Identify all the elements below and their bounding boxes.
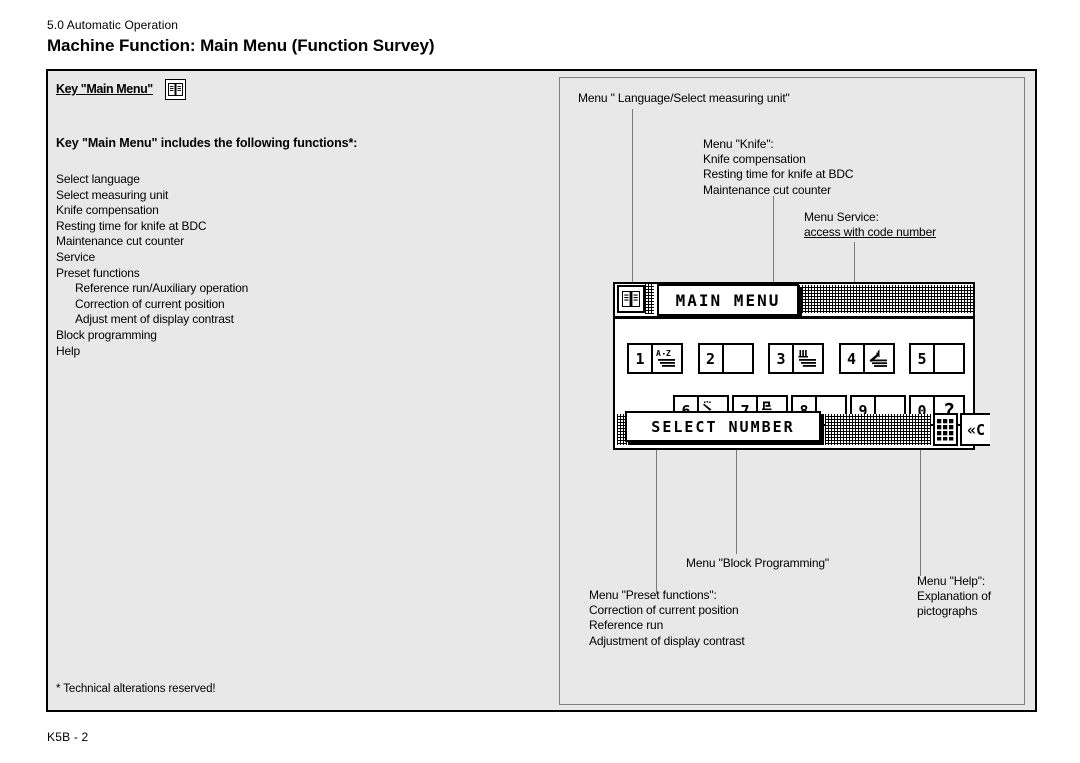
function-list-item: Service <box>56 249 95 264</box>
page-title: Machine Function: Main Menu (Function Su… <box>47 36 435 55</box>
function-list-item: Block programming <box>56 327 157 342</box>
svg-text:A: A <box>656 349 661 358</box>
function-list-item: Resting time for knife at BDC <box>56 218 207 233</box>
svg-text:Z: Z <box>666 349 671 358</box>
lcd-title-dither-left <box>645 284 654 314</box>
function-list-item: Preset functions <box>56 265 140 280</box>
function-list-item: Knife compensation <box>56 203 159 218</box>
lcd-title-plate: MAIN MENU <box>657 284 799 316</box>
document-header: 5.0 Automatic Operation Machine Function… <box>47 18 1037 56</box>
lcd-button-1[interactable]: 1 A Z <box>627 343 683 374</box>
wrench-service-icon <box>864 343 895 374</box>
lcd-display: MAIN MENU 1 A Z 2 3 4 5 9 0 ? SELECT NUM… <box>613 282 990 450</box>
lcd-title-dither-right <box>799 285 973 313</box>
function-list-item: Maintenance cut counter <box>56 234 184 249</box>
lcd-button-2-icon-empty <box>723 343 754 374</box>
lcd-titlebar-rule <box>615 316 973 319</box>
lcd-button-2[interactable]: 2 <box>697 343 754 374</box>
section-number: 5.0 Automatic Operation <box>47 18 179 32</box>
open-book-icon <box>164 78 186 100</box>
functions-heading: Key "Main Menu" includes the following f… <box>56 136 358 150</box>
lcd-button-5-icon-empty <box>935 343 965 374</box>
lcd-status-text: SELECT NUMBER <box>651 417 795 436</box>
function-list-item: Help <box>56 343 81 358</box>
annotation-knife: Menu "Knife": Knife compensation Resting… <box>703 137 854 197</box>
annotation-preset-functions: Menu "Preset functions": Correction of c… <box>589 588 745 648</box>
lcd-status-dither-mid <box>825 414 931 445</box>
knife-icon <box>794 343 824 374</box>
key-main-menu-label: Key "Main Menu" <box>56 82 153 96</box>
lcd-status-plate: SELECT NUMBER <box>625 411 821 442</box>
lcd-button-2-number: 2 <box>697 343 724 374</box>
annotation-language: Menu " Language/Select measuring unit" <box>578 91 790 105</box>
open-book-icon[interactable] <box>617 285 645 313</box>
lcd-button-row-1: 1 A Z 2 3 4 5 <box>627 343 965 374</box>
function-list: Select language Select measuring unit Kn… <box>56 172 556 359</box>
clear-backspace-icon[interactable]: «C <box>960 413 990 446</box>
lcd-button-4[interactable]: 4 <box>838 343 895 374</box>
function-list-item: Select language <box>56 172 140 186</box>
content-frame: Key "Main Menu" Key "Main Menu" includes… <box>46 69 1037 712</box>
function-list-subitem: Correction of current position <box>75 296 225 311</box>
left-column: Key "Main Menu" Key "Main Menu" includes… <box>56 77 556 359</box>
lcd-button-3[interactable]: 3 <box>768 343 824 374</box>
page-footer: K5B - 2 <box>47 730 89 744</box>
annotation-block-programming: Menu "Block Programming" <box>686 556 829 570</box>
right-panel-diagram: Menu " Language/Select measuring unit" M… <box>559 77 1025 705</box>
function-list-subitem: Adjust ment of display contrast <box>75 312 234 327</box>
lcd-button-5-number: 5 <box>909 343 935 374</box>
keypad-icon[interactable] <box>933 413 958 446</box>
language-az-icon: A Z <box>653 343 683 374</box>
lcd-button-5[interactable]: 5 <box>909 343 965 374</box>
annotation-help: Menu "Help": Explanation of pictographs <box>917 574 991 619</box>
lcd-title-text: MAIN MENU <box>675 290 781 310</box>
footnote: * Technical alterations reserved! <box>56 683 216 695</box>
lcd-button-4-number: 4 <box>838 343 865 374</box>
function-list-subitem: Reference run/Auxiliary operation <box>75 281 249 296</box>
key-main-menu-row: Key "Main Menu" <box>56 77 556 101</box>
lcd-button-3-number: 3 <box>768 343 794 374</box>
lcd-button-1-number: 1 <box>627 343 653 374</box>
annotation-service: Menu Service: access with code number <box>804 210 936 240</box>
lcd-statusbar: SELECT NUMBER «C <box>615 411 990 448</box>
function-list-item: Select measuring unit <box>56 187 169 202</box>
